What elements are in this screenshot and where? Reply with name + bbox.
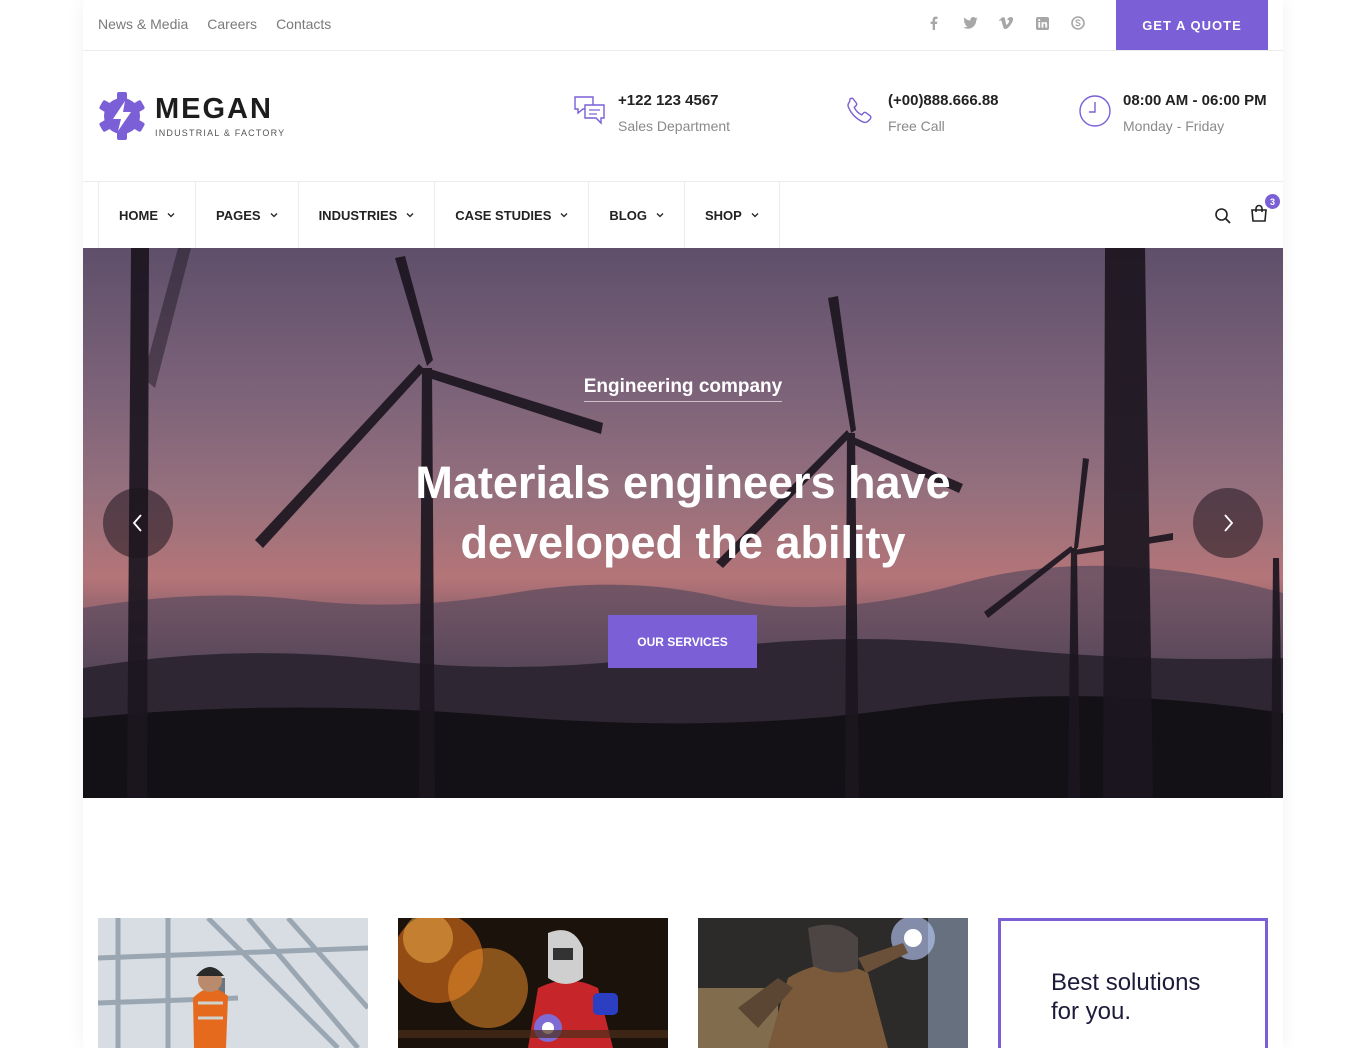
vimeo-icon[interactable] <box>998 14 1014 32</box>
top-link-careers[interactable]: Careers <box>207 16 257 32</box>
chevron-left-icon <box>132 514 142 532</box>
cart-count-badge: 3 <box>1265 194 1280 209</box>
slider-next-button[interactable] <box>1193 488 1263 558</box>
top-link-news[interactable]: News & Media <box>98 16 188 32</box>
contact-hours: 08:00 AM - 06:00 PM Monday - Friday <box>1077 91 1267 134</box>
sales-label: Sales Department <box>618 118 731 134</box>
nav-item-label: PAGES <box>216 207 261 223</box>
feature-cards: Best solutions for you. <box>98 918 1268 1048</box>
main-nav: HOME PAGES INDUSTRIES CASE STUDIES BLOG … <box>83 182 1283 248</box>
top-link-contacts[interactable]: Contacts <box>276 16 331 32</box>
hero-subtitle-text: Engineering company <box>583 376 783 402</box>
nav-item-industries[interactable]: INDUSTRIES <box>297 182 435 248</box>
nav-item-home[interactable]: HOME <box>98 182 195 248</box>
social-links <box>926 14 1086 32</box>
hero-title: Materials engineers have developed the a… <box>415 457 951 568</box>
nav-item-case-studies[interactable]: CASE STUDIES <box>434 182 588 248</box>
chevron-down-icon <box>656 213 664 218</box>
header: MEGAN INDUSTRIAL & FACTORY +122 123 4567… <box>83 51 1283 182</box>
nav-item-label: INDUSTRIES <box>318 207 398 223</box>
our-services-button[interactable]: OUR SERVICES <box>608 615 757 668</box>
nav-item-label: HOME <box>119 207 158 223</box>
chevron-down-icon <box>560 213 568 218</box>
contact-sales: +122 123 4567 Sales Department <box>572 91 730 134</box>
card-photo <box>398 918 668 1048</box>
chevron-down-icon <box>406 213 414 218</box>
skype-icon[interactable] <box>1070 14 1086 32</box>
chat-bubbles-icon <box>574 96 605 125</box>
top-links: News & Media Careers Contacts <box>98 16 331 32</box>
nav-tools: 3 <box>1214 194 1280 227</box>
chevron-down-icon <box>167 213 175 218</box>
facebook-icon[interactable] <box>926 14 942 32</box>
linkedin-icon[interactable] <box>1034 14 1050 32</box>
hero-subtitle: Engineering company <box>83 376 1283 402</box>
hours-value: 08:00 AM - 06:00 PM <box>1123 92 1267 109</box>
hero-slider: Engineering company Materials engineers … <box>83 248 1283 798</box>
card-photo <box>98 918 368 1048</box>
phone-icon <box>847 97 872 124</box>
chevron-right-icon <box>1224 514 1234 532</box>
nav-item-label: BLOG <box>609 207 647 223</box>
chevron-down-icon <box>751 213 759 218</box>
best-solutions-card: Best solutions for you. <box>998 918 1268 1048</box>
nav-item-label: CASE STUDIES <box>455 207 552 223</box>
cart-button[interactable]: 3 <box>1250 194 1280 227</box>
contact-call: (+00)888.666.88 Free Call <box>842 91 999 134</box>
card-image-welder-sparks[interactable] <box>398 918 668 1048</box>
best-solutions-text: Best solutions for you. <box>1051 969 1201 1025</box>
nav-item-blog[interactable]: BLOG <box>588 182 684 248</box>
logo-gear-bolt-icon <box>99 92 145 140</box>
twitter-icon[interactable] <box>962 14 978 32</box>
chevron-down-icon <box>270 213 278 218</box>
brand-tagline: INDUSTRIAL & FACTORY <box>155 128 286 138</box>
call-label: Free Call <box>888 118 945 134</box>
get-a-quote-button[interactable]: GET A QUOTE <box>1116 0 1268 50</box>
card-image-welder-mask[interactable] <box>698 918 968 1048</box>
nav-item-shop[interactable]: SHOP <box>683 182 780 248</box>
top-bar: News & Media Careers Contacts GET A QUOT… <box>83 0 1283 51</box>
call-phone[interactable]: (+00)888.666.88 <box>888 91 999 111</box>
card-photo <box>698 918 968 1048</box>
search-icon[interactable] <box>1214 207 1232 225</box>
logo[interactable]: MEGAN INDUSTRIAL & FACTORY <box>98 91 285 141</box>
nav-item-pages[interactable]: PAGES <box>195 182 298 248</box>
shopping-bag-icon <box>1251 204 1267 222</box>
clock-icon <box>1079 95 1111 127</box>
slider-prev-button[interactable] <box>103 488 173 558</box>
nav-item-label: SHOP <box>704 207 742 223</box>
sales-phone[interactable]: +122 123 4567 <box>618 91 730 111</box>
page: News & Media Careers Contacts GET A QUOT… <box>83 0 1283 1048</box>
brand-name: MEGAN <box>155 93 273 125</box>
card-image-scaffolding-worker[interactable] <box>98 918 368 1048</box>
hours-days: Monday - Friday <box>1123 118 1225 134</box>
